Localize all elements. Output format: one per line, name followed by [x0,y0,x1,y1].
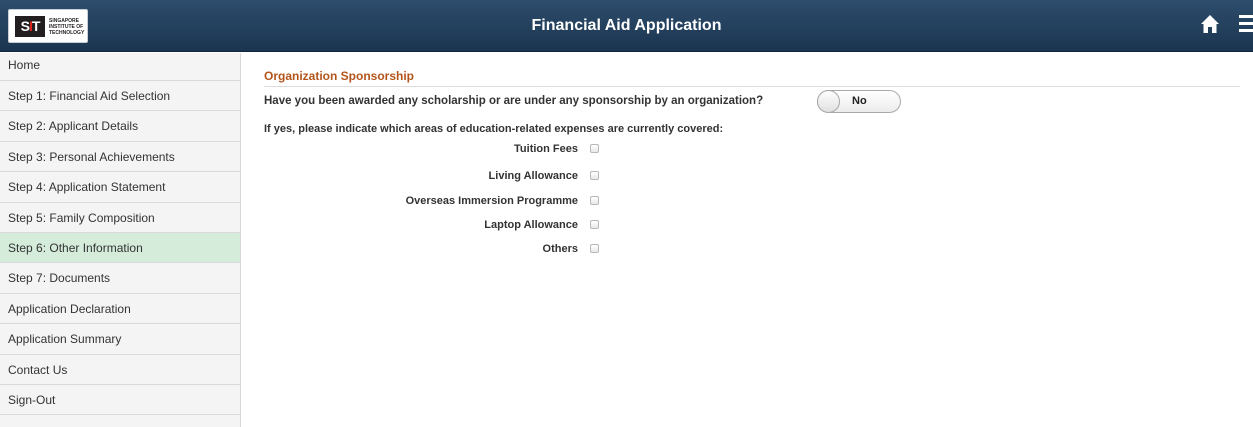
sponsorship-question: Have you been awarded any scholarship or… [264,95,764,107]
option-living-allowance: Living Allowance [264,170,604,184]
sidebar-item-step-2[interactable]: Step 2: Applicant Details [0,111,240,142]
option-label: Tuition Fees [514,143,578,155]
option-tuition-fees: Tuition Fees [264,143,604,157]
covered-expenses-question: If yes, please indicate which areas of e… [264,123,724,135]
option-label: Others [542,243,578,255]
option-label: Overseas Immersion Programme [405,195,578,207]
page-title: Financial Aid Application [531,17,722,34]
option-label: Laptop Allowance [484,219,578,231]
option-label: Living Allowance [488,170,578,182]
option-laptop-allowance: Laptop Allowance [264,219,604,233]
option-others: Others [264,243,604,257]
sidebar-item-step-7[interactable]: Step 7: Documents [0,263,240,294]
sidebar-item-contact[interactable]: Contact Us [0,354,240,385]
others-checkbox[interactable] [590,244,599,253]
tuition-fees-checkbox[interactable] [590,144,599,153]
sidebar-item-step-4[interactable]: Step 4: Application Statement [0,172,240,203]
sponsorship-question-row: Have you been awarded any scholarship or… [264,90,1240,116]
laptop-allowance-checkbox[interactable] [590,220,599,229]
sidebar-item-declaration[interactable]: Application Declaration [0,293,240,325]
home-icon[interactable] [1200,14,1220,34]
hamburger-menu-icon[interactable] [1239,15,1253,33]
sponsorship-toggle[interactable]: No [817,90,901,113]
sidebar-item-step-5[interactable]: Step 5: Family Composition [0,202,240,233]
app-header: SIT SINGAPORE INSTITUTE OF TECHNOLOGY Fi… [0,0,1253,52]
overseas-immersion-checkbox[interactable] [590,196,599,205]
toggle-value: No [852,95,867,107]
sidebar-item-step-6[interactable]: Step 6: Other Information [0,232,240,264]
sidebar-item-summary[interactable]: Application Summary [0,324,240,355]
living-allowance-checkbox[interactable] [590,171,599,180]
sidebar-item-step-3[interactable]: Step 3: Personal Achievements [0,141,240,173]
option-overseas-immersion: Overseas Immersion Programme [264,195,604,209]
sidebar-item-step-1[interactable]: Step 1: Financial Aid Selection [0,81,240,112]
main-content: Organization Sponsorship Have you been a… [264,53,1240,255]
sidebar-item-sign-out[interactable]: Sign-Out [0,384,240,416]
toggle-knob[interactable] [817,90,840,113]
sidebar-nav: Home Step 1: Financial Aid Selection Ste… [0,53,241,427]
section-title: Organization Sponsorship [264,69,1240,87]
sidebar-item-home[interactable]: Home [0,53,240,81]
